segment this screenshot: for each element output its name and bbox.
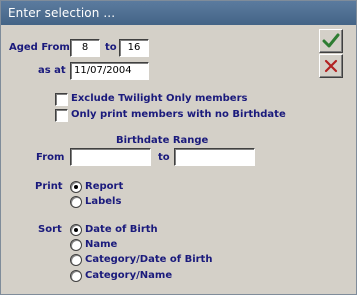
print-labels-radio[interactable] <box>70 196 82 208</box>
radio-selected-dot <box>74 228 78 232</box>
birthdate-to-label: to <box>158 152 170 163</box>
birthdate-to-input[interactable] <box>174 148 255 166</box>
exclude-twilight-checkbox[interactable] <box>55 93 68 106</box>
sort-category-dob-label[interactable]: Category/Date of Birth <box>85 253 212 267</box>
print-labels-label[interactable]: Labels <box>85 195 121 209</box>
checkmark-icon <box>322 33 340 48</box>
as-at-label: as at <box>38 65 66 76</box>
print-label: Print <box>35 181 63 192</box>
aged-to-input[interactable]: 16 <box>119 39 149 57</box>
radio-selected-dot <box>74 185 78 189</box>
sort-category-name-label[interactable]: Category/Name <box>85 269 172 283</box>
sort-date-of-birth-label[interactable]: Date of Birth <box>85 223 158 237</box>
only-no-birthdate-label[interactable]: Only print members with no Birthdate <box>71 108 286 122</box>
window-title: Enter selection ... <box>1 1 356 25</box>
print-report-radio[interactable] <box>70 181 82 193</box>
aged-to-label: to <box>105 42 117 53</box>
x-icon <box>324 59 338 73</box>
exclude-twilight-label[interactable]: Exclude Twilight Only members <box>71 92 247 106</box>
sort-label: Sort <box>38 224 62 235</box>
cancel-button[interactable] <box>319 54 343 78</box>
sort-category-name-radio[interactable] <box>70 270 82 282</box>
only-no-birthdate-checkbox[interactable] <box>55 109 68 122</box>
aged-from-label: Aged From <box>9 42 70 53</box>
birthdate-range-heading: Birthdate Range <box>116 135 209 146</box>
as-at-date-input[interactable]: 11/07/2004 <box>70 62 149 80</box>
sort-name-label[interactable]: Name <box>85 238 117 252</box>
birthdate-from-label: From <box>36 152 65 163</box>
sort-name-radio[interactable] <box>70 239 82 251</box>
ok-button[interactable] <box>319 29 343 53</box>
selection-dialog: Enter selection ... Aged From 8 to 16 as… <box>0 0 357 295</box>
sort-date-of-birth-radio[interactable] <box>70 224 82 236</box>
aged-from-input[interactable]: 8 <box>70 39 100 57</box>
print-report-label[interactable]: Report <box>85 180 123 194</box>
sort-category-dob-radio[interactable] <box>70 254 82 266</box>
birthdate-from-input[interactable] <box>70 148 151 166</box>
